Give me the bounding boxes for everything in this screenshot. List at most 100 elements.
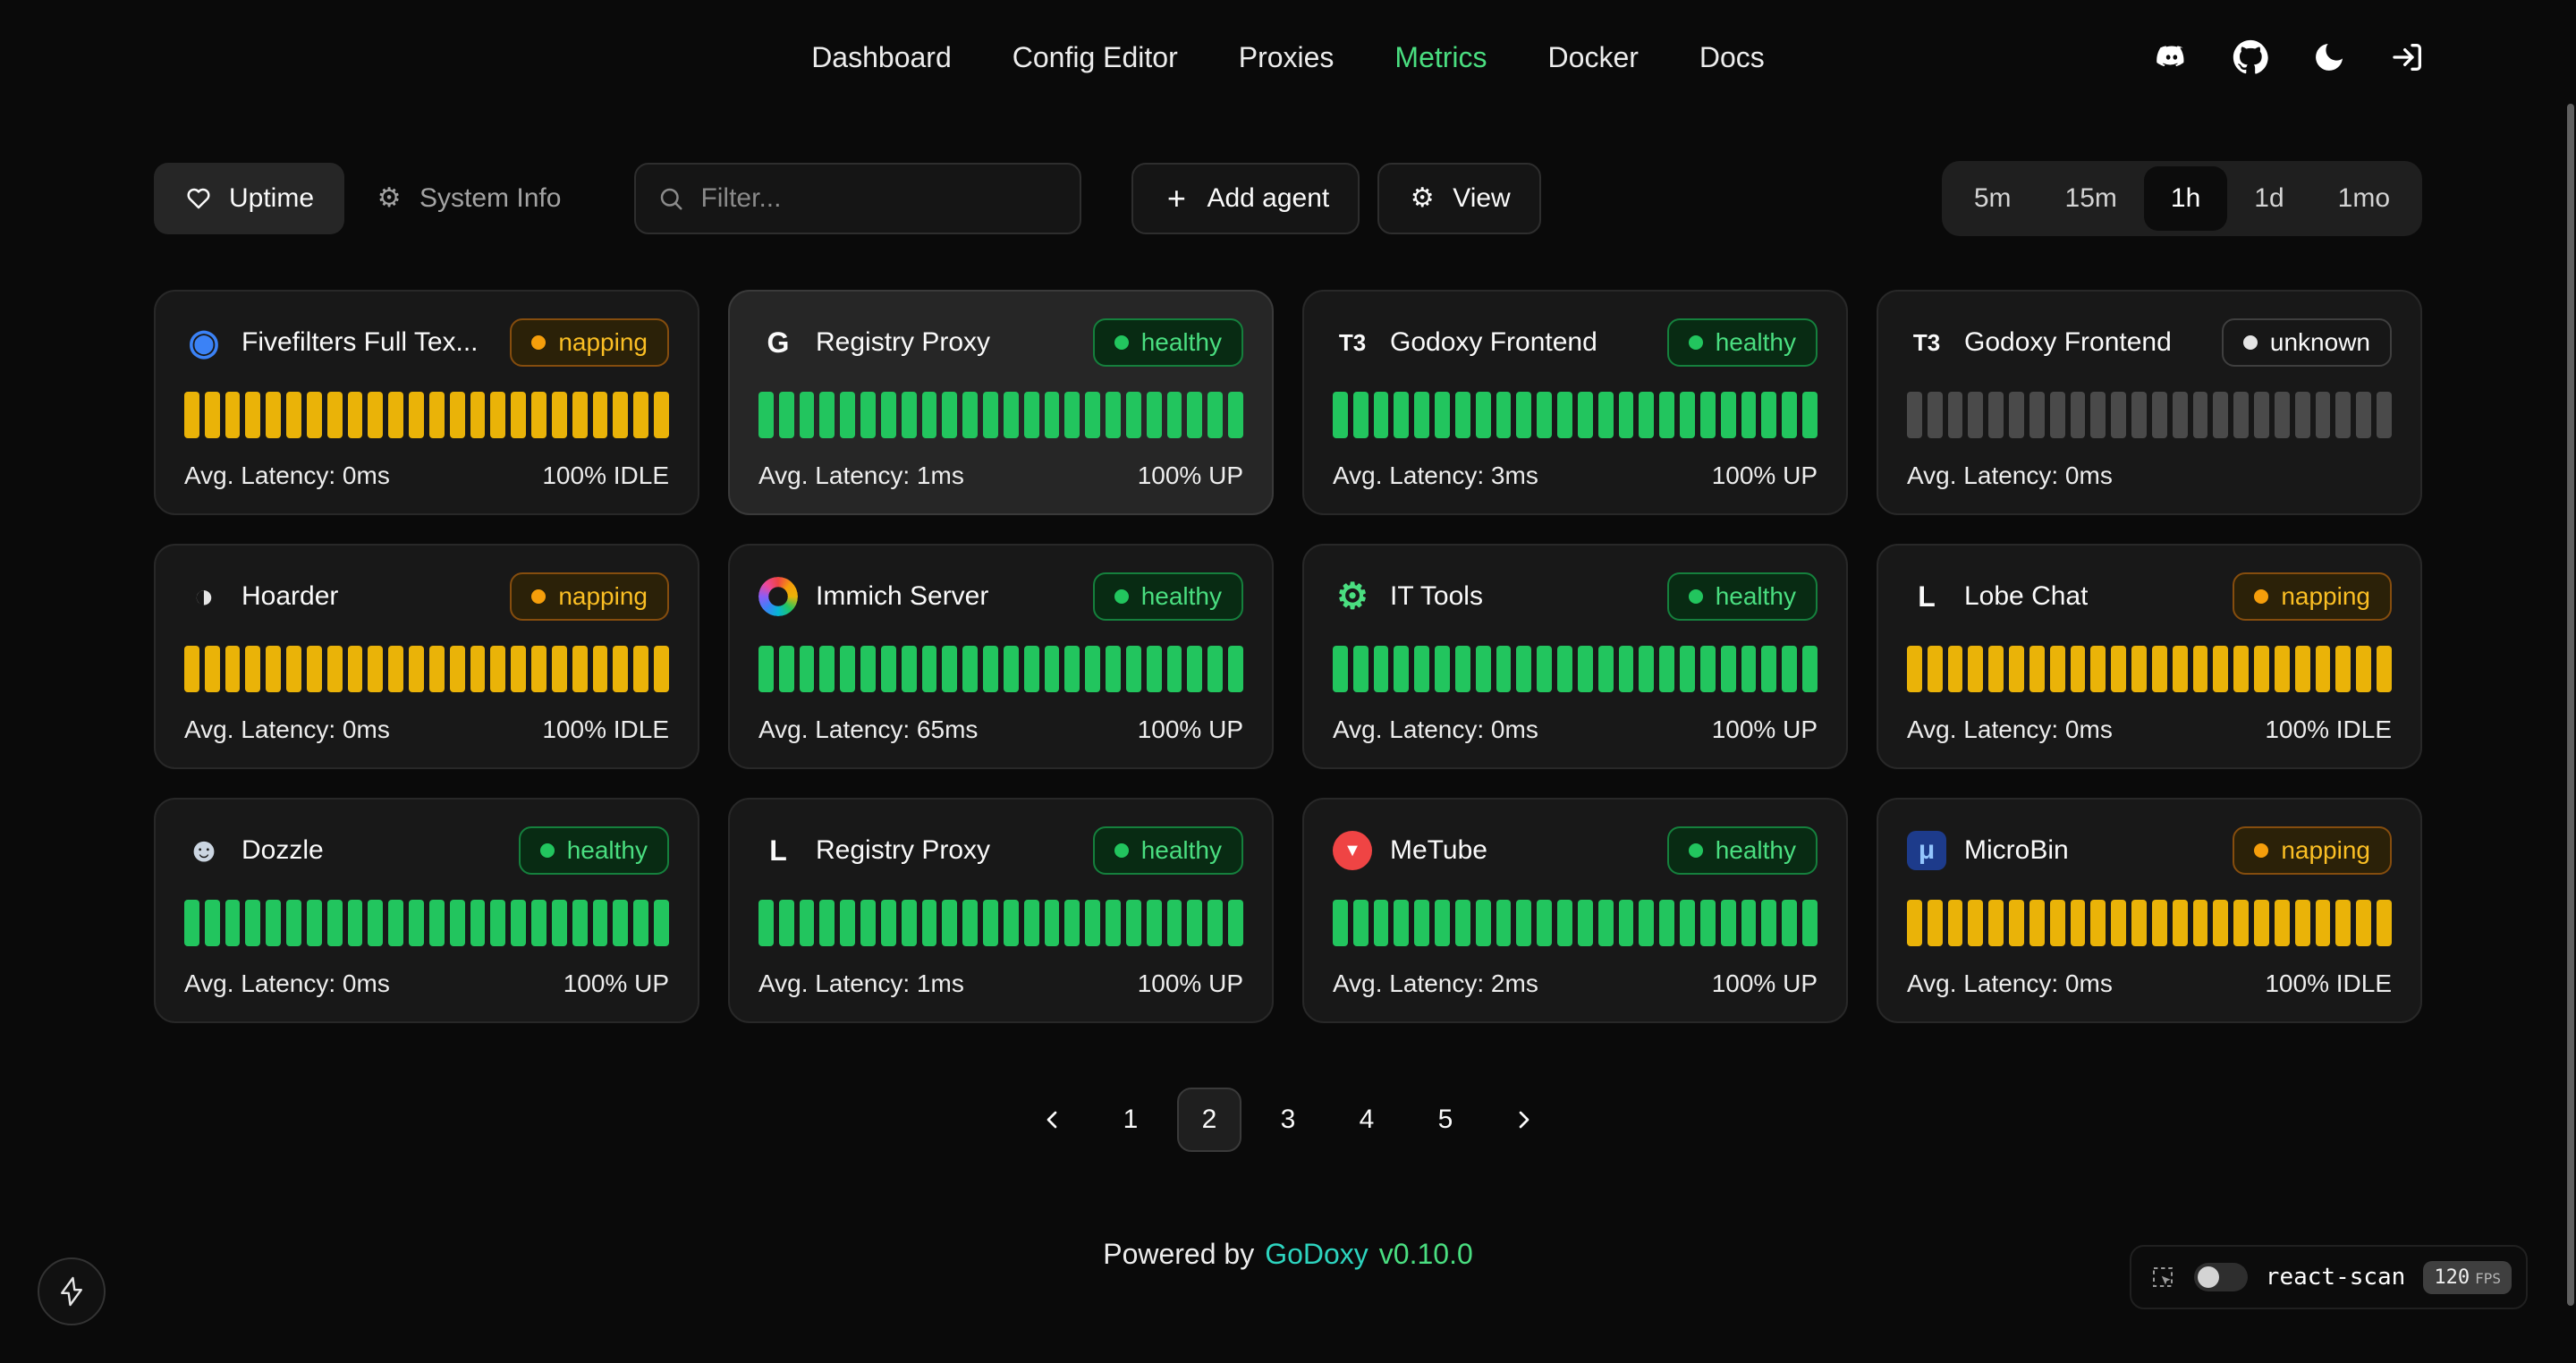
service-card-hoarder[interactable]: ◑HoardernappingAvg. Latency: 0ms100% IDL… [154, 544, 699, 769]
pagination: 12345 [154, 1088, 2422, 1152]
react-scan-toggle[interactable] [2194, 1263, 2248, 1291]
uptime-bar [1004, 646, 1019, 692]
plus-icon: + [1162, 184, 1191, 213]
nav-icons [2154, 39, 2426, 75]
service-card-godoxy-frontend[interactable]: T3Godoxy FrontendunknownAvg. Latency: 0m… [1877, 290, 2422, 515]
uptime-bar [1476, 900, 1491, 946]
uptime-bar [2111, 900, 2126, 946]
uptime-bar [490, 646, 505, 692]
uptime-bar [1578, 646, 1593, 692]
uptime-bar [225, 646, 241, 692]
page-button-4[interactable]: 4 [1335, 1088, 1399, 1152]
nav-item-proxies[interactable]: Proxies [1239, 41, 1335, 74]
uptime-bar [1228, 646, 1243, 692]
uptime-bars [184, 392, 669, 438]
status-label: napping [558, 582, 648, 611]
service-card-fivefilters-full-tex[interactable]: ◉Fivefilters Full Tex...nappingAvg. Late… [154, 290, 699, 515]
service-name: Fivefilters Full Tex... [242, 327, 479, 358]
nav-item-docker[interactable]: Docker [1548, 41, 1639, 74]
uptime-bar [511, 900, 526, 946]
toolbar: Uptime ⚙ System Info + Add agent ⚙ View … [154, 161, 2422, 236]
page-button-2[interactable]: 2 [1177, 1088, 1241, 1152]
add-agent-button[interactable]: + Add agent [1131, 163, 1360, 234]
filter-input[interactable] [700, 183, 1058, 214]
card-header: Immich Serverhealthy [758, 572, 1243, 621]
nav-item-metrics[interactable]: Metrics [1394, 41, 1487, 74]
page-button-1[interactable]: 1 [1098, 1088, 1163, 1152]
time-range-15m[interactable]: 15m [2038, 166, 2144, 231]
uptime-bar [286, 646, 301, 692]
nav-item-docs[interactable]: Docs [1699, 41, 1765, 74]
github-icon[interactable] [2233, 39, 2268, 75]
uptime-bar [429, 392, 445, 438]
card-header: GRegistry Proxyhealthy [758, 318, 1243, 367]
prev-page-button[interactable] [1020, 1088, 1084, 1152]
time-range-1mo[interactable]: 1mo [2311, 166, 2417, 231]
uptime-bar [1557, 646, 1572, 692]
time-range-1h[interactable]: 1h [2144, 166, 2227, 231]
uptime-bar [2275, 900, 2290, 946]
view-button[interactable]: ⚙ View [1377, 163, 1540, 234]
fps-badge: 120 FPS [2423, 1261, 2512, 1294]
uptime-bar [1659, 646, 1674, 692]
moon-icon[interactable] [2311, 39, 2347, 75]
nav-item-dashboard[interactable]: Dashboard [811, 41, 952, 74]
godoxy-link[interactable]: GoDoxy [1265, 1238, 1368, 1271]
uptime-bar [2193, 900, 2208, 946]
uptime-bar [327, 900, 343, 946]
uptime-bar [654, 900, 669, 946]
uptime-percent-label: 100% IDLE [2265, 969, 2392, 998]
service-card-registry-proxy[interactable]: GRegistry ProxyhealthyAvg. Latency: 1ms1… [728, 290, 1274, 515]
uptime-bar [1639, 392, 1654, 438]
uptime-bar [1578, 392, 1593, 438]
uptime-bar [2090, 900, 2106, 946]
uptime-bar [1187, 392, 1202, 438]
inspect-icon[interactable] [2149, 1264, 2176, 1291]
uptime-bar [2295, 646, 2310, 692]
uptime-bar [511, 646, 526, 692]
uptime-bar [1988, 900, 2004, 946]
uptime-bar [1147, 392, 1162, 438]
page-button-5[interactable]: 5 [1413, 1088, 1478, 1152]
nav-item-config-editor[interactable]: Config Editor [1013, 41, 1178, 74]
service-name: Godoxy Frontend [1964, 327, 2172, 358]
uptime-bar [819, 392, 835, 438]
uptime-bar [184, 646, 199, 692]
page-button-3[interactable]: 3 [1256, 1088, 1320, 1152]
uptime-bar [840, 900, 855, 946]
service-card-immich-server[interactable]: Immich ServerhealthyAvg. Latency: 65ms10… [728, 544, 1274, 769]
latency-label: Avg. Latency: 2ms [1333, 969, 1538, 998]
service-card-godoxy-frontend[interactable]: T3Godoxy FrontendhealthyAvg. Latency: 3m… [1302, 290, 1848, 515]
uptime-bar [758, 392, 774, 438]
uptime-bar [1802, 646, 1818, 692]
discord-icon[interactable] [2154, 39, 2190, 75]
service-card-dozzle[interactable]: ☻DozzlehealthyAvg. Latency: 0ms100% UP [154, 798, 699, 1023]
registry-proxy-icon: G [758, 323, 798, 362]
next-page-button[interactable] [1492, 1088, 1556, 1152]
service-card-microbin[interactable]: μMicroBinnappingAvg. Latency: 0ms100% ID… [1877, 798, 2422, 1023]
uptime-bar [2071, 392, 2086, 438]
card-footer: Avg. Latency: 0ms100% UP [184, 969, 669, 998]
status-badge: healthy [1667, 826, 1818, 875]
uptime-bar [1045, 900, 1060, 946]
service-card-registry-proxy[interactable]: LRegistry ProxyhealthyAvg. Latency: 1ms1… [728, 798, 1274, 1023]
tab-uptime[interactable]: Uptime [154, 163, 344, 234]
uptime-bar [1721, 646, 1736, 692]
uptime-bar [327, 646, 343, 692]
logout-icon[interactable] [2390, 39, 2426, 75]
uptime-bar [800, 646, 815, 692]
uptime-bar [1085, 900, 1100, 946]
uptime-bar [552, 392, 567, 438]
service-card-metube[interactable]: ▼MeTubehealthyAvg. Latency: 2ms100% UP [1302, 798, 1848, 1023]
quick-actions-button[interactable] [38, 1257, 106, 1325]
time-range-1d[interactable]: 1d [2227, 166, 2310, 231]
service-card-it-tools[interactable]: ⚙IT ToolshealthyAvg. Latency: 0ms100% UP [1302, 544, 1848, 769]
uptime-bar [1516, 646, 1531, 692]
uptime-bar [490, 900, 505, 946]
scrollbar-thumb[interactable] [2567, 104, 2574, 1306]
tab-system-info[interactable]: ⚙ System Info [344, 163, 591, 234]
time-range-5m[interactable]: 5m [1947, 166, 2038, 231]
service-card-lobe-chat[interactable]: LLobe ChatnappingAvg. Latency: 0ms100% I… [1877, 544, 2422, 769]
status-dot-icon [531, 335, 546, 350]
uptime-bar [266, 646, 281, 692]
